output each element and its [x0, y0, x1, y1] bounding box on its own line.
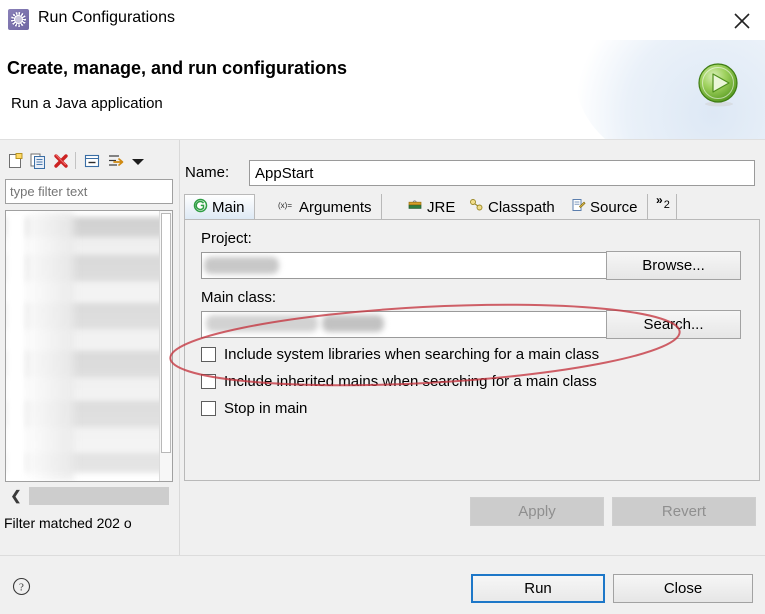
checkbox-stop-in-main[interactable]: Stop in main [201, 400, 307, 417]
tab-overflow-chevron: » [656, 193, 663, 207]
configurations-tree[interactable] [5, 210, 173, 482]
dialog-footer: ? Run Close [0, 555, 765, 614]
checkbox-box[interactable] [201, 347, 216, 362]
toolbar-separator [75, 152, 76, 169]
tree-toolbar [0, 149, 180, 173]
page-title: Create, manage, and run configurations [7, 58, 348, 78]
title-bar: Run Configurations [0, 0, 765, 40]
name-input[interactable] [249, 160, 755, 186]
tab-overflow-count: 2 [663, 199, 670, 211]
run-button[interactable]: Run [471, 574, 605, 603]
tree-scroll-thumb[interactable] [161, 213, 171, 453]
main-class-label: Main class: [201, 289, 277, 306]
search-button[interactable]: Search... [606, 310, 741, 339]
window-title: Run Configurations [38, 9, 175, 26]
checkbox-box[interactable] [201, 401, 216, 416]
checkbox-stop-in-main-label: Stop in main [224, 400, 308, 417]
tab-arguments-label: Arguments [299, 198, 372, 216]
svg-text:?: ? [19, 582, 24, 594]
tree-vertical-scrollbar[interactable] [159, 211, 172, 481]
filter-status-text: Filter matched 202 o [4, 515, 132, 531]
tab-jre[interactable]: JRE [400, 194, 466, 220]
delete-configuration-icon[interactable] [51, 151, 71, 171]
revert-button[interactable]: Revert [612, 497, 756, 526]
run-play-icon [695, 60, 743, 108]
checkbox-include-inherited-mains[interactable]: Include inherited mains when searching f… [201, 373, 597, 390]
help-icon[interactable]: ? [12, 577, 31, 596]
main-class-value-redacted-b [322, 315, 384, 332]
main-class-icon [193, 198, 208, 217]
collapse-all-icon[interactable] [82, 151, 102, 171]
tab-source-label: Source [590, 198, 638, 216]
tab-main[interactable]: Main [184, 194, 255, 220]
dialog-header: Create, manage, and run configurations R… [0, 40, 765, 140]
close-button[interactable]: Close [613, 574, 753, 603]
tab-overflow-button[interactable]: » 2 [650, 194, 677, 221]
arguments-icon: (x)= [278, 198, 295, 216]
project-input[interactable] [201, 252, 621, 279]
new-configuration-icon[interactable] [5, 151, 25, 171]
redacted-tree-shape [26, 211, 74, 481]
tab-main-label: Main [212, 199, 245, 216]
chevron-left-icon[interactable]: ❮ [5, 485, 27, 507]
source-icon [571, 198, 586, 216]
tab-source[interactable]: Source [563, 194, 648, 220]
chevron-down-icon[interactable] [128, 151, 148, 171]
hscroll-thumb[interactable] [29, 487, 169, 505]
project-value-redacted [204, 257, 279, 274]
checkbox-include-system-libraries[interactable]: Include system libraries when searching … [201, 346, 599, 363]
project-label: Project: [201, 230, 252, 247]
tab-classpath[interactable]: Classpath [461, 194, 565, 220]
apply-revert-row: Apply Revert [184, 491, 760, 531]
name-label: Name: [185, 164, 230, 181]
configurations-panel: ❮ Filter matched 202 o [0, 140, 180, 555]
gear-icon [8, 9, 29, 30]
jre-icon [408, 198, 423, 216]
tab-arguments[interactable]: (x)= Arguments [270, 194, 382, 220]
tab-jre-label: JRE [427, 198, 456, 216]
duplicate-configuration-icon[interactable] [28, 151, 48, 171]
classpath-icon [469, 198, 484, 216]
filter-input[interactable] [5, 179, 173, 204]
filter-icon[interactable] [105, 151, 125, 171]
tab-strip: Main (x)= Arguments JRE Classpath Source… [184, 194, 760, 221]
tab-classpath-label: Classpath [488, 198, 555, 216]
svg-text:(x)=: (x)= [278, 201, 292, 210]
configuration-editor: Name: Main (x)= Argu [183, 148, 761, 548]
page-subtitle: Run a Java application [11, 95, 163, 112]
main-class-value-redacted-a [206, 315, 318, 332]
hscroll-track[interactable] [27, 485, 173, 507]
dialog-body: ❮ Filter matched 202 o Name: Main [0, 140, 765, 555]
browse-button[interactable]: Browse... [606, 251, 741, 280]
checkbox-include-inherited-mains-label: Include inherited mains when searching f… [224, 373, 597, 390]
apply-button[interactable]: Apply [470, 497, 604, 526]
checkbox-box[interactable] [201, 374, 216, 389]
close-icon[interactable] [727, 6, 757, 34]
main-tab-content: Project: Browse... Main class: Search...… [184, 219, 760, 481]
checkbox-include-system-libraries-label: Include system libraries when searching … [224, 346, 600, 363]
panel-divider[interactable] [179, 140, 180, 555]
redacted-tree-margin [6, 211, 26, 481]
tree-horizontal-scrollbar[interactable]: ❮ [5, 485, 173, 507]
name-row: Name: [183, 160, 761, 186]
main-class-input[interactable] [201, 311, 621, 338]
